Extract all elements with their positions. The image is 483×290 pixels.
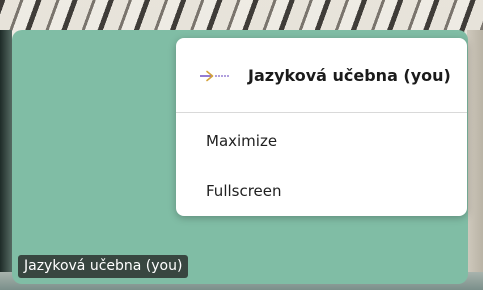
menu-header: Jazyková učebna (you) bbox=[176, 38, 467, 113]
maximize-menu-item[interactable]: Maximize bbox=[176, 116, 467, 166]
backdrop-left-edge bbox=[0, 30, 12, 290]
participant-name-label: Jazyková učebna (you) bbox=[18, 255, 189, 278]
menu-title: Jazyková učebna (you) bbox=[248, 65, 451, 85]
participant-context-menu: Jazyková učebna (you) Maximize Fullscree… bbox=[176, 38, 467, 216]
backdrop-right-edge bbox=[467, 30, 483, 290]
self-view-arrow-icon bbox=[198, 68, 232, 82]
fullscreen-menu-item[interactable]: Fullscreen bbox=[176, 166, 467, 216]
